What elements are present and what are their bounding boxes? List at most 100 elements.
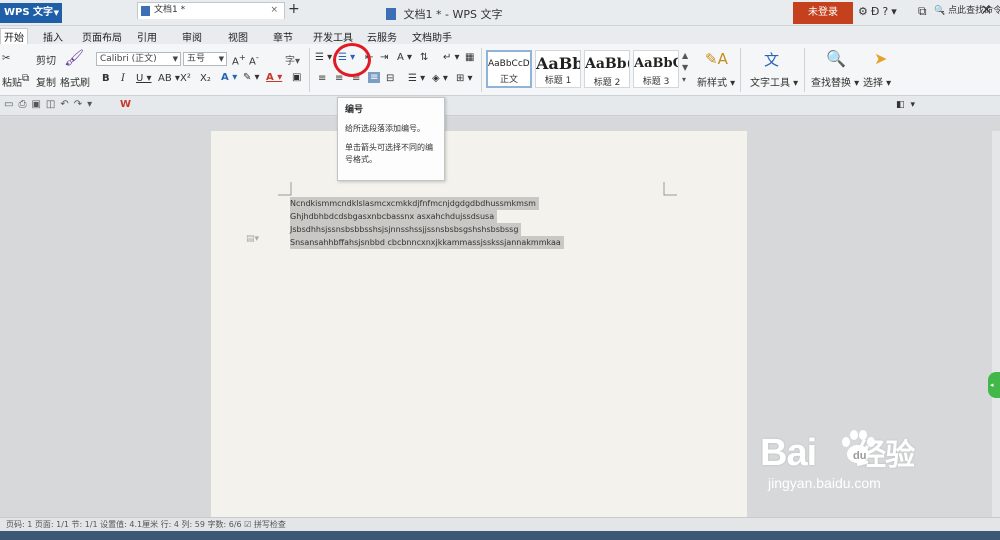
increase-indent-icon[interactable]: ⇥	[380, 52, 388, 63]
text-tools-icon[interactable]: 文	[764, 49, 779, 70]
find-replace-icon[interactable]: 🔍	[826, 49, 846, 68]
cut-scissors-icon[interactable]: ✂	[2, 53, 10, 64]
assistant-float-button[interactable]: ◂	[988, 372, 1000, 398]
shading-icon[interactable]: ◈ ▾	[432, 73, 448, 84]
chevron-down-icon[interactable]: ▾	[87, 99, 97, 110]
divider	[309, 48, 310, 92]
tab-cloud[interactable]: 云服务	[367, 29, 397, 44]
style-sample: AaBb	[536, 54, 580, 73]
tab-page-layout[interactable]: 页面布局	[82, 29, 122, 44]
app-name: WPS 文字	[4, 7, 54, 18]
highlight-circle	[333, 43, 371, 77]
subscript-icon[interactable]: X₂	[200, 73, 211, 84]
tab-section[interactable]: 章节	[273, 29, 293, 44]
document-text[interactable]: Ncndkismmcndklslasmcxcmkkdjfnfmcnjdgdgdb…	[290, 197, 564, 249]
tab-insert[interactable]: 插入	[43, 29, 63, 44]
help-icon[interactable]: ?	[882, 5, 891, 18]
paste-button[interactable]: 粘贴	[2, 74, 22, 89]
text-line[interactable]: Snsansahhbffahsjsnbbd cbcbnncxnxjkkammas…	[290, 236, 564, 249]
os-taskbar	[0, 531, 1000, 540]
bullets-icon[interactable]: ☰ ▾	[315, 52, 332, 63]
text-effect-icon[interactable]: A ▾	[221, 72, 237, 83]
cursor-arrow-icon[interactable]: ➤	[874, 49, 887, 68]
tab-developer[interactable]: 开发工具	[313, 29, 353, 44]
cut-button[interactable]: 剪切	[36, 52, 56, 67]
grow-font-icon[interactable]: A+ A-	[232, 52, 259, 67]
phonetic-guide-icon[interactable]: 字▾	[285, 52, 300, 67]
styles-scroll[interactable]: ▲ ▼ ▾	[682, 50, 688, 86]
tab-doc-assistant[interactable]: 文档助手	[412, 29, 452, 44]
line-spacing-icon[interactable]: ☰ ▾	[408, 73, 425, 84]
char-border-icon[interactable]: ▣	[292, 72, 301, 83]
paragraph-handle-icon[interactable]: ▤▾	[246, 234, 259, 244]
quick-access-toolbar: ▭⎙▣◫↶↷▾	[4, 99, 97, 110]
strikethrough-icon[interactable]: AB ▾	[158, 73, 180, 84]
redo-icon[interactable]: ↷	[74, 99, 87, 110]
underline-icon[interactable]: U ▾	[136, 73, 152, 84]
new-style-icon[interactable]: ✎A	[705, 50, 728, 68]
doc-tab-label: 文档1 *	[154, 5, 186, 15]
style-normal[interactable]: AaBbCcDd 正文	[486, 50, 532, 88]
font-size-select[interactable]: 五号 ▼	[183, 52, 227, 66]
status-bar: 页码: 1 页面: 1/1 节: 1/1 设置值: 4.1厘米 行: 4 列: …	[0, 517, 1000, 531]
border-icon[interactable]: ⊞ ▾	[456, 73, 473, 84]
bold-icon[interactable]: B	[102, 73, 110, 84]
new-tab-button[interactable]: +	[288, 1, 300, 17]
font-name-select[interactable]: Calibri (正文) ▼	[96, 52, 181, 66]
style-label: 正文	[499, 75, 518, 85]
open-icon[interactable]: ▭	[4, 99, 18, 110]
font-color-icon[interactable]: A ▾	[266, 72, 282, 83]
highlight-icon[interactable]: ✎ ▾	[243, 72, 260, 83]
distribute-icon[interactable]: ⊟	[386, 73, 394, 84]
vertical-scrollbar[interactable]	[992, 131, 1000, 529]
command-search[interactable]: 🔍 点此查找命令	[934, 3, 1000, 16]
command-search-input[interactable]: 点此查找命令	[948, 6, 1000, 16]
search-icon: 🔍	[934, 6, 946, 16]
show-marks-icon[interactable]: ↵ ▾	[443, 52, 460, 63]
copy-icon[interactable]: ⧉	[22, 73, 29, 84]
italic-icon[interactable]: I	[121, 73, 125, 84]
superscript-icon[interactable]: X²	[180, 73, 191, 84]
select-label: 选择	[863, 78, 883, 89]
sort-icon[interactable]: ⇅	[420, 52, 428, 63]
text-tools-button[interactable]: 文字工具 ▾	[750, 74, 798, 89]
font-name-value: Calibri (正文)	[100, 54, 157, 64]
skin-icon[interactable]: Ð	[871, 5, 883, 18]
tab-view[interactable]: 视图	[228, 29, 248, 44]
print-icon[interactable]: ⎙	[18, 99, 31, 110]
comment-icon[interactable]: ◧	[896, 100, 911, 110]
new-style-button[interactable]: 新样式 ▾	[697, 74, 735, 89]
preview-icon[interactable]: ◫	[46, 99, 60, 110]
style-heading-1[interactable]: AaBb 标题 1	[535, 50, 581, 88]
text-direction-icon[interactable]: A ▾	[397, 52, 412, 63]
justify-icon[interactable]: ≡	[368, 72, 381, 83]
select-button[interactable]: 选择 ▾	[863, 74, 891, 89]
divider	[481, 48, 482, 92]
style-heading-2[interactable]: AaBb( 标题 2	[584, 50, 630, 88]
format-painter-icon[interactable]: 🖌	[64, 48, 84, 67]
align-left-icon[interactable]: ≡	[318, 73, 326, 84]
copy-button[interactable]: 复制	[36, 74, 56, 89]
save-icon[interactable]: ▣	[31, 99, 45, 110]
login-button[interactable]: 未登录	[793, 2, 853, 24]
chevron-down-icon: ▼	[172, 55, 178, 63]
text-line[interactable]: Ghjhdbhbdcdsbgasxnbcbassnx asxahchdujssd…	[290, 210, 498, 223]
divider	[804, 48, 805, 92]
app-menu-button[interactable]: WPS 文字 ▼	[0, 3, 62, 23]
find-replace-button[interactable]: 查找替换 ▾	[811, 74, 859, 89]
style-heading-3[interactable]: AaBbC 标题 3	[633, 50, 679, 88]
undo-icon[interactable]: ↶	[60, 99, 73, 110]
tab-references[interactable]: 引用	[137, 29, 157, 44]
close-icon[interactable]: ×	[270, 3, 278, 18]
tab-home[interactable]: 开始	[0, 28, 28, 44]
format-painter-button[interactable]: 格式刷	[60, 74, 90, 89]
text-line[interactable]: Ncndkismmcndklslasmcxcmkkdjfnfmcnjdgdgdb…	[290, 197, 539, 210]
chevron-down-icon[interactable]: ▾	[911, 100, 922, 110]
chevron-down-icon[interactable]: ▾	[891, 5, 900, 18]
tab-review[interactable]: 审阅	[182, 29, 202, 44]
settings-icon[interactable]: ⚙	[858, 5, 871, 18]
table-icon[interactable]: ▦	[465, 52, 474, 63]
text-line[interactable]: Jsbsdhhsjssnsbsbbsshsjsjnnsshssjjssnsbsb…	[290, 223, 522, 236]
tab-document-1[interactable]: 文档1 * ×	[137, 2, 285, 19]
watermark-url: jingyan.baidu.com	[768, 475, 881, 491]
